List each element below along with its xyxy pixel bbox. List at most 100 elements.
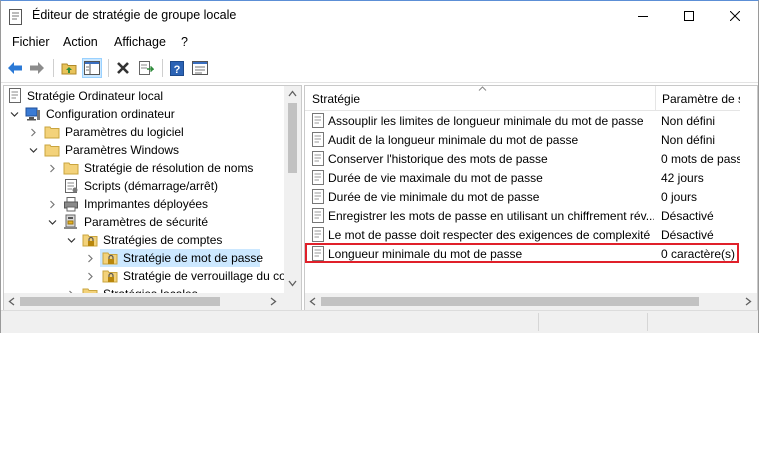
column-divider[interactable] — [655, 86, 656, 110]
tree-item-label: Configuration ordinateur — [46, 107, 175, 121]
delete-button[interactable] — [113, 58, 133, 78]
properties-button[interactable] — [190, 58, 210, 78]
sort-ascending-icon — [478, 86, 487, 91]
policy-item-icon — [312, 208, 324, 223]
details-horizontal-scroll-thumb[interactable] — [321, 297, 699, 306]
minimize-icon — [638, 16, 648, 17]
policy-name: Conserver l'historique des mots de passe — [328, 152, 548, 166]
policy-item-icon — [312, 170, 324, 185]
toolbar-separator — [162, 59, 163, 77]
tree-item-scripts[interactable]: Scripts (démarrage/arrêt) — [4, 177, 284, 195]
tree-vertical-scroll-thumb[interactable] — [288, 103, 297, 173]
tree-item-label: Stratégie de mot de passe — [123, 251, 264, 265]
tree-item-password-policy[interactable]: Stratégie de mot de passe — [4, 249, 284, 267]
tree-item-account-lockout-policy[interactable]: Stratégie de verrouillage du co — [4, 267, 286, 285]
tree-item-label: Scripts (démarrage/arrêt) — [84, 179, 219, 193]
script-icon — [65, 179, 78, 193]
tree-horizontal-scrollbar[interactable] — [4, 293, 301, 310]
status-divider — [647, 313, 648, 331]
show-hide-tree-button[interactable] — [82, 58, 102, 78]
policy-name: Durée de vie minimale du mot de passe — [328, 190, 540, 204]
table-row[interactable]: Audit de la longueur minimale du mot de … — [305, 130, 757, 149]
forward-button[interactable] — [27, 58, 47, 78]
details-vertical-scrollbar-area — [740, 86, 757, 293]
scroll-down-icon[interactable] — [288, 280, 297, 287]
tree-item-computer-configuration[interactable]: Configuration ordinateur — [4, 105, 284, 123]
toolbar: ? — [1, 54, 758, 82]
properties-icon — [192, 61, 208, 75]
tree-vertical-scrollbar[interactable] — [284, 86, 301, 293]
menu-action[interactable]: Action — [63, 35, 98, 49]
up-folder-button[interactable] — [59, 58, 79, 78]
maximize-icon — [684, 11, 694, 21]
details-pane: Stratégie Paramètre de sécu Assouplir le… — [304, 85, 758, 312]
computer-policy-icon — [9, 88, 21, 103]
tree-item-security-settings[interactable]: Paramètres de sécurité — [4, 213, 284, 231]
export-list-button[interactable] — [136, 58, 156, 78]
table-row[interactable]: Assouplir les limites de longueur minima… — [305, 111, 757, 130]
chevron-down-icon[interactable] — [29, 146, 38, 155]
tree-horizontal-scroll-thumb[interactable] — [20, 297, 220, 306]
policy-name: Le mot de passe doit respecter des exige… — [328, 228, 651, 242]
toolbar-divider — [1, 82, 758, 83]
tree-item-software-settings[interactable]: Paramètres du logiciel — [4, 123, 284, 141]
scroll-left-icon[interactable] — [309, 297, 316, 306]
tree-item-label: Stratégie de verrouillage du co — [123, 269, 286, 283]
menu-help[interactable]: ? — [181, 35, 188, 49]
table-row[interactable]: Conserver l'historique des mots de passe… — [305, 149, 757, 168]
chevron-right-icon[interactable] — [29, 128, 38, 137]
tree-item-local-computer-policy[interactable]: Stratégie Ordinateur local — [4, 87, 284, 105]
chevron-down-icon[interactable] — [48, 218, 57, 227]
scroll-right-icon[interactable] — [745, 297, 752, 306]
details-horizontal-scrollbar[interactable] — [305, 293, 757, 310]
folder-icon — [63, 162, 79, 175]
table-row[interactable]: Durée de vie minimale du mot de passe 0 … — [305, 187, 757, 206]
policy-editor-app-icon — [9, 9, 22, 25]
minimize-button[interactable] — [620, 1, 666, 31]
policy-name: Enregistrer les mots de passe en utilisa… — [328, 209, 654, 223]
console-tree: Stratégie Ordinateur local Configuration… — [3, 85, 302, 312]
back-icon — [8, 62, 22, 74]
secure-folder-icon — [102, 270, 118, 283]
toolbar-separator — [108, 59, 109, 77]
table-row[interactable]: Durée de vie maximale du mot de passe 42… — [305, 168, 757, 187]
tree-item-label: Stratégie Ordinateur local — [27, 89, 164, 103]
folder-icon — [44, 126, 60, 139]
app-window: Éditeur de stratégie de groupe locale Fi… — [0, 0, 759, 333]
close-button[interactable] — [712, 1, 758, 31]
chevron-right-icon[interactable] — [48, 164, 57, 173]
tree-item-account-policies[interactable]: Stratégies de comptes — [4, 231, 284, 249]
chevron-right-icon[interactable] — [48, 200, 57, 209]
policy-item-icon — [312, 151, 324, 166]
toolbar-separator — [53, 59, 54, 77]
tree-item-label: Imprimantes déployées — [84, 197, 209, 211]
scroll-right-icon[interactable] — [270, 297, 277, 306]
close-icon — [730, 11, 740, 21]
maximize-button[interactable] — [666, 1, 712, 31]
tree-item-label: Paramètres de sécurité — [84, 215, 209, 229]
help-icon: ? — [170, 60, 184, 76]
tree-item-label: Paramètres Windows — [65, 143, 180, 157]
scroll-up-icon[interactable] — [288, 90, 297, 97]
chevron-right-icon[interactable] — [86, 272, 95, 281]
back-button[interactable] — [5, 58, 25, 78]
chevron-down-icon[interactable] — [67, 236, 76, 245]
chevron-down-icon[interactable] — [10, 110, 19, 119]
tree-item-windows-settings[interactable]: Paramètres Windows — [4, 141, 284, 159]
menu-affichage[interactable]: Affichage — [114, 35, 166, 49]
table-row[interactable]: Le mot de passe doit respecter des exige… — [305, 225, 757, 244]
tree-item-label: Stratégie de résolution de noms — [84, 161, 254, 175]
computer-icon — [25, 107, 40, 121]
policy-item-icon — [312, 189, 324, 204]
table-row[interactable]: Enregistrer les mots de passe en utilisa… — [305, 206, 757, 225]
up-folder-icon — [61, 63, 77, 75]
column-header-policy[interactable]: Stratégie — [312, 92, 360, 106]
security-icon — [64, 214, 77, 229]
help-button[interactable]: ? — [167, 58, 187, 78]
policy-item-icon — [312, 132, 324, 147]
tree-item-name-resolution-policy[interactable]: Stratégie de résolution de noms — [4, 159, 284, 177]
tree-item-deployed-printers[interactable]: Imprimantes déployées — [4, 195, 284, 213]
chevron-right-icon[interactable] — [86, 254, 95, 263]
scroll-left-icon[interactable] — [8, 297, 15, 306]
menu-fichier[interactable]: Fichier — [12, 35, 50, 49]
